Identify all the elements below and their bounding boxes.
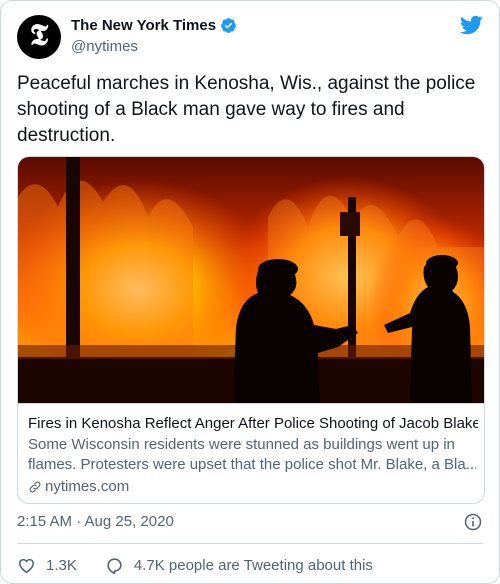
- tweet-actions: 1.3K 4.7K people are Tweeting about this: [17, 553, 373, 577]
- reply-icon: [107, 557, 122, 574]
- link-domain[interactable]: nytimes.com: [28, 477, 129, 497]
- divider: [17, 543, 483, 544]
- link-description-line-2: flames. Protesters were upset that the p…: [28, 456, 476, 473]
- tweet-embed-card: 𝕿 The New York Times @nytimes Peaceful m…: [0, 0, 500, 584]
- tweet-timestamp[interactable]: 2:15 AM · Aug 25, 2020: [17, 513, 174, 530]
- tweet-header: 𝕿 The New York Times @nytimes: [17, 13, 483, 63]
- info-icon[interactable]: [463, 512, 483, 532]
- link-title[interactable]: Fires in Kenosha Reflect Anger After Pol…: [28, 414, 478, 434]
- nyt-logo-glyph: 𝕿: [29, 18, 49, 53]
- tweet-text: Peaceful marches in Kenosha, Wis., again…: [17, 73, 476, 146]
- link-icon: [29, 481, 41, 493]
- verified-badge-icon: [221, 18, 236, 33]
- fire-scene-photo: [18, 157, 484, 403]
- avatar[interactable]: 𝕿: [17, 15, 61, 59]
- link-domain-text: nytimes.com: [45, 478, 130, 495]
- like-button[interactable]: 1.3K: [17, 556, 77, 575]
- author-name[interactable]: The New York Times: [71, 17, 216, 34]
- like-count: 1.3K: [46, 556, 77, 574]
- conversation-text: 4.7K people are Tweeting about this: [133, 556, 373, 574]
- link-description-line-1: Some Wisconsin residents were stunned as…: [28, 436, 455, 453]
- author-handle[interactable]: @nytimes: [71, 38, 138, 55]
- twitter-bird-icon[interactable]: [459, 13, 483, 37]
- link-preview-meta: Fires in Kenosha Reflect Anger After Pol…: [18, 403, 484, 503]
- heart-icon: [18, 558, 35, 573]
- author-name-row[interactable]: The New York Times: [71, 17, 237, 34]
- conversation-button[interactable]: 4.7K people are Tweeting about this: [105, 556, 373, 575]
- link-preview-card[interactable]: Fires in Kenosha Reflect Anger After Pol…: [17, 156, 485, 504]
- link-description: Some Wisconsin residents were stunned as…: [28, 435, 476, 475]
